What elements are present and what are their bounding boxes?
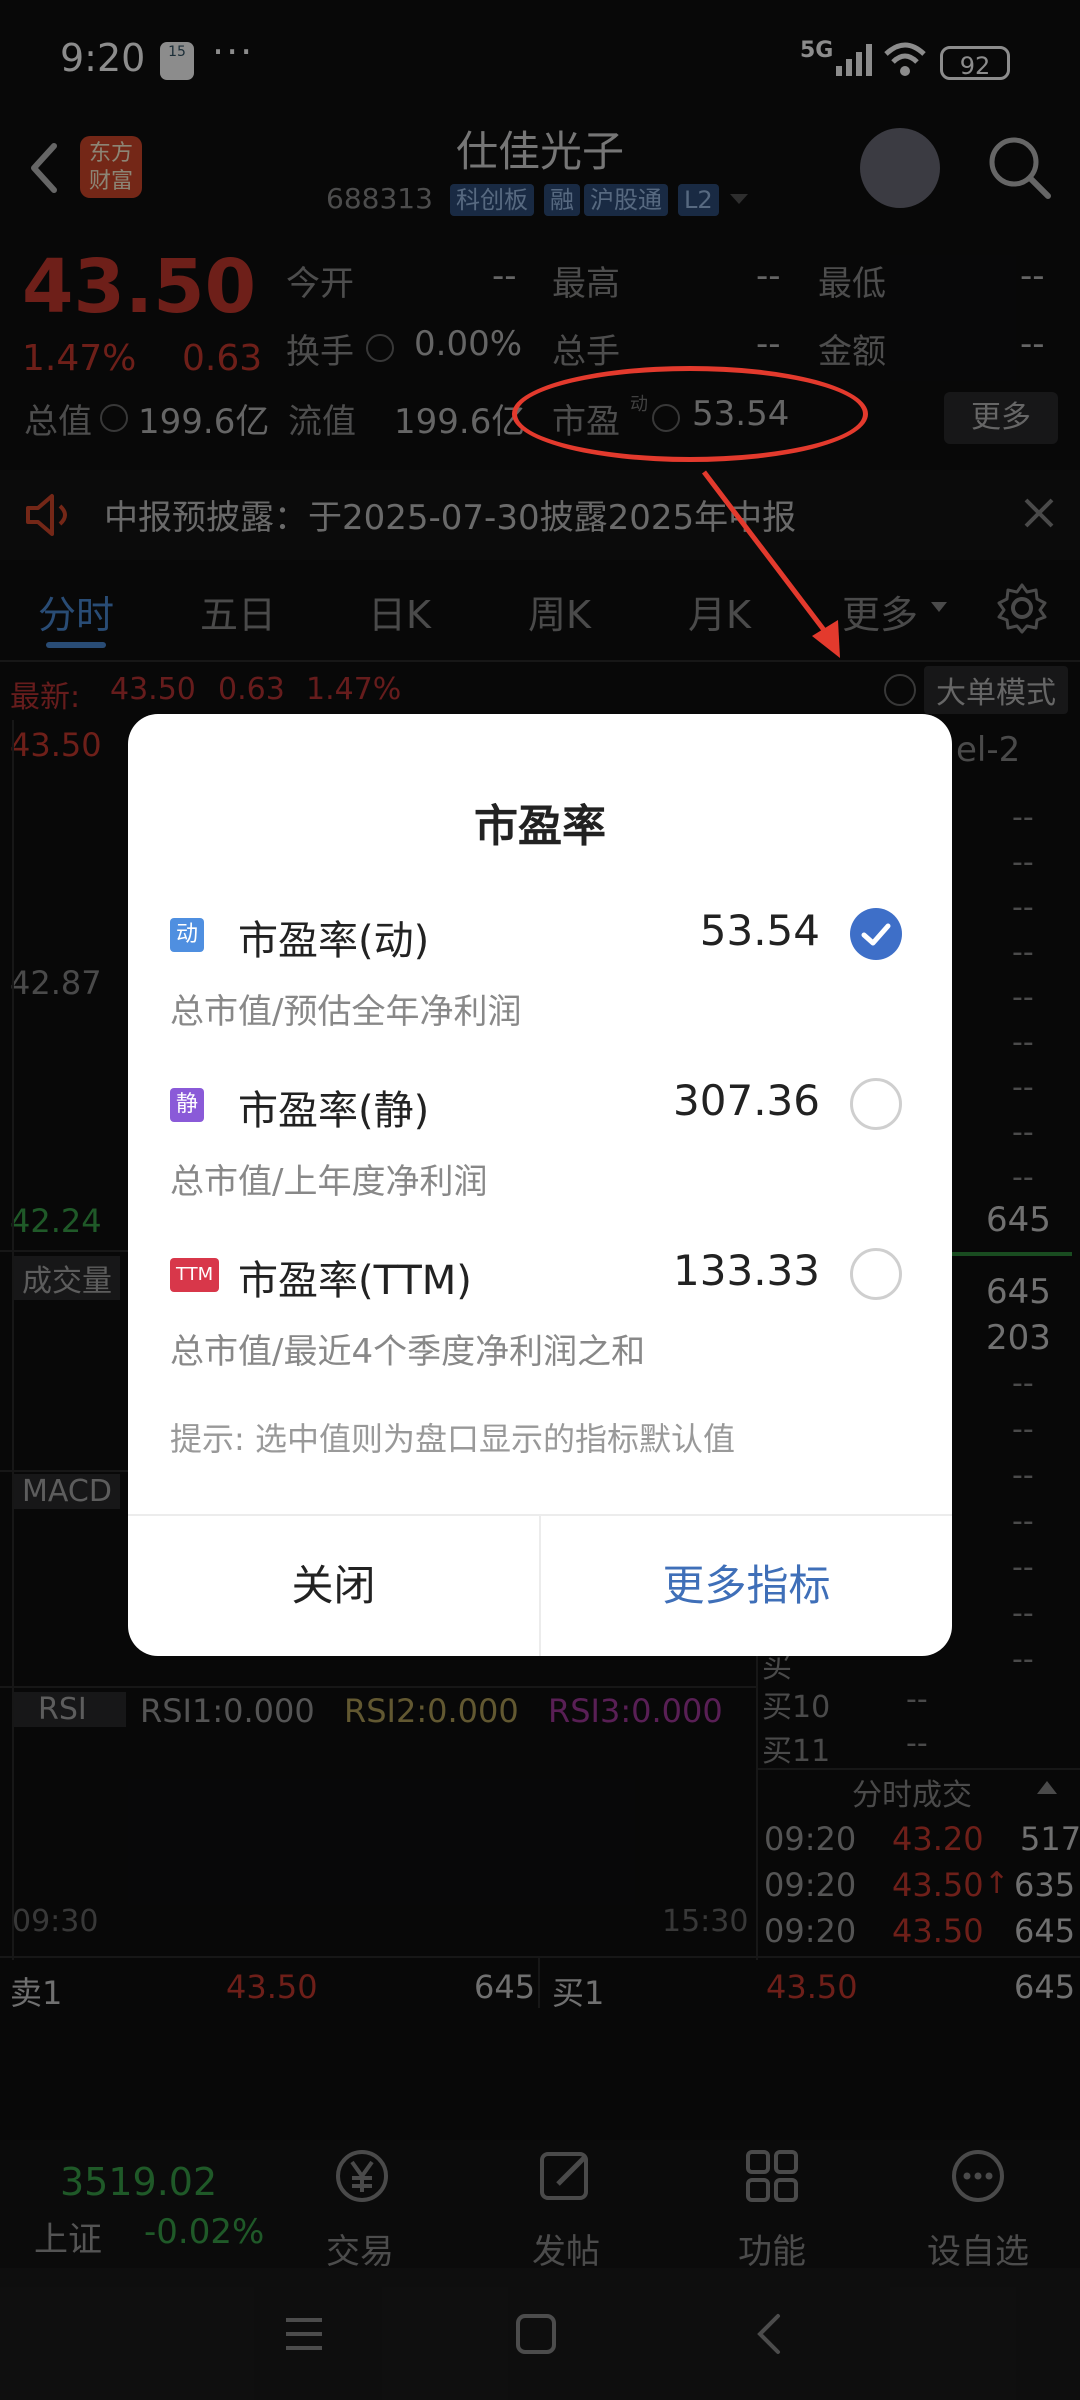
dynamic-badge: 动	[170, 918, 205, 952]
option-dynamic-value[interactable]: 53.54	[660, 906, 820, 955]
option-ttm-value[interactable]: 133.33	[660, 1246, 820, 1295]
option-ttm-desc: 总市值/最近4个季度净利润之和	[170, 1332, 646, 1372]
option-dynamic-name[interactable]: 市盈率(动)	[238, 908, 429, 966]
dialog-title: 市盈率	[474, 801, 606, 852]
ttm-badge: TTM	[170, 1258, 220, 1292]
annotation-arrow	[702, 470, 840, 658]
option-ttm-radio[interactable]	[850, 1248, 902, 1300]
highlight-ellipse	[512, 366, 868, 462]
option-static-value[interactable]: 307.36	[660, 1076, 820, 1125]
option-ttm-name[interactable]: 市盈率(TTM)	[238, 1248, 472, 1306]
option-static-radio[interactable]	[850, 1078, 902, 1130]
close-button[interactable]: 关闭	[128, 1516, 539, 1656]
more-indicators-button[interactable]: 更多指标	[541, 1516, 952, 1656]
option-static-name[interactable]: 市盈率(静)	[238, 1078, 429, 1136]
option-dynamic-radio[interactable]	[850, 908, 902, 960]
static-badge: 静	[170, 1088, 205, 1122]
dialog-hint: 提示: 选中值则为盘口显示的指标默认值	[170, 1420, 735, 1458]
checkmark-icon	[861, 923, 891, 946]
option-static-desc: 总市值/上年度净利润	[170, 1162, 488, 1202]
option-dynamic-desc: 总市值/预估全年净利润	[170, 992, 522, 1032]
